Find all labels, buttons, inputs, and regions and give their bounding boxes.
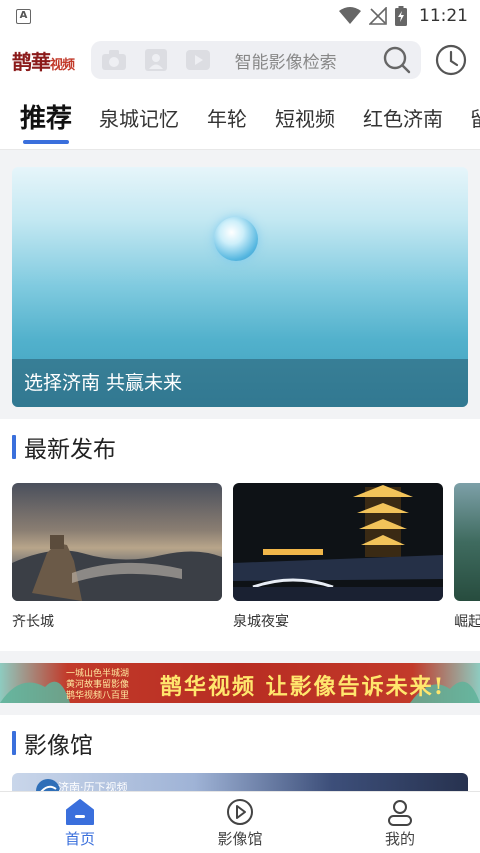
active-tab-indicator xyxy=(23,140,69,144)
tab-red-jinan[interactable]: 红色济南 xyxy=(363,88,443,149)
video-title[interactable]: 泉城夜宴 xyxy=(233,611,443,631)
tab-short-video[interactable]: 短视频 xyxy=(275,88,335,149)
section-accent-bar xyxy=(12,435,16,459)
banner-caption: 选择济南 共赢未来 xyxy=(24,372,183,394)
video-card[interactable]: 崛起 xyxy=(454,483,480,631)
video-thumbnail[interactable] xyxy=(12,483,222,601)
banner-artwork xyxy=(214,217,258,261)
face-search-icon[interactable] xyxy=(143,47,169,73)
battery-icon xyxy=(395,6,407,26)
category-tabs: 推荐 泉城记忆 年轮 短视频 红色济南 留 xyxy=(0,88,480,150)
status-indicators: 11:21 xyxy=(339,6,468,26)
section-accent-bar xyxy=(12,731,16,755)
great-wall-illustration xyxy=(12,535,222,601)
promo-line: 鹊华视频八百里 xyxy=(66,691,130,701)
play-circle-icon xyxy=(227,799,253,825)
promo-line: 一城山色半城湖 xyxy=(66,669,130,679)
tab-city-memory[interactable]: 泉城记忆 xyxy=(99,88,179,149)
home-icon xyxy=(66,799,94,825)
gallery-thumbnail[interactable]: 济南·历下视频 xyxy=(12,773,468,791)
night-tower-illustration xyxy=(233,485,443,601)
bottom-navigation: 首页 影像馆 我的 xyxy=(0,791,480,853)
nav-gallery[interactable]: 影像馆 xyxy=(160,792,320,853)
app-logo: 鹊華视频 xyxy=(12,46,85,75)
nav-profile[interactable]: 我的 xyxy=(320,792,480,853)
status-bar: A 11:21 xyxy=(0,0,480,32)
latest-section-header: 最新发布 xyxy=(12,433,116,463)
gallery-section-title: 影像馆 xyxy=(24,733,93,759)
video-search-icon[interactable] xyxy=(185,47,211,73)
app-header: 鹊華视频 智能影像检索 xyxy=(0,32,480,88)
video-thumbnail[interactable] xyxy=(454,483,480,601)
notification-icon: A xyxy=(16,8,31,24)
nav-gallery-label: 影像馆 xyxy=(217,830,263,848)
main-feed[interactable]: 选择济南 共赢未来 最新发布 齐长城 泉城夜宴 崛起 一城山色半城湖 黄河故事留… xyxy=(0,151,480,791)
video-title[interactable]: 崛起 xyxy=(454,611,480,631)
clock-icon xyxy=(436,44,467,76)
nav-home-label: 首页 xyxy=(64,830,95,848)
video-thumbnail[interactable] xyxy=(233,483,443,601)
video-title[interactable]: 齐长城 xyxy=(12,611,222,631)
wifi-icon xyxy=(339,7,361,24)
logo-main: 鹊華 xyxy=(12,49,51,74)
promo-line: 黄河故事留影像 xyxy=(66,680,130,690)
video-card[interactable]: 齐长城 xyxy=(12,483,222,631)
video-card[interactable]: 泉城夜宴 xyxy=(233,483,443,631)
signal-icon xyxy=(369,7,387,25)
nav-profile-label: 我的 xyxy=(384,830,415,848)
hero-banner[interactable]: 选择济南 共赢未来 xyxy=(12,167,468,407)
gallery-thumb-label: 济南·历下视频 xyxy=(58,781,128,791)
search-input[interactable]: 智能影像检索 xyxy=(235,48,383,73)
nav-home[interactable]: 首页 xyxy=(0,792,160,853)
gallery-section-header: 影像馆 xyxy=(12,729,93,759)
logo-sub: 视频 xyxy=(50,57,75,73)
search-bar[interactable]: 智能影像检索 xyxy=(90,41,421,79)
camera-icon[interactable] xyxy=(101,47,127,73)
promo-slogan: 鹊华视频 让影像告诉未来! xyxy=(160,674,446,700)
tab-annual-rings[interactable]: 年轮 xyxy=(207,88,247,149)
user-icon xyxy=(388,800,412,826)
latest-section-title: 最新发布 xyxy=(24,437,116,463)
history-button[interactable] xyxy=(435,43,468,77)
promo-banner[interactable]: 一城山色半城湖 黄河故事留影像 鹊华视频八百里 鹊华视频 让影像告诉未来! xyxy=(0,663,480,703)
status-time: 11:21 xyxy=(419,6,468,26)
promo-small-text: 一城山色半城湖 黄河故事留影像 鹊华视频八百里 xyxy=(66,669,129,702)
search-icon[interactable] xyxy=(383,46,411,74)
tab-more[interactable]: 留 xyxy=(470,88,480,149)
